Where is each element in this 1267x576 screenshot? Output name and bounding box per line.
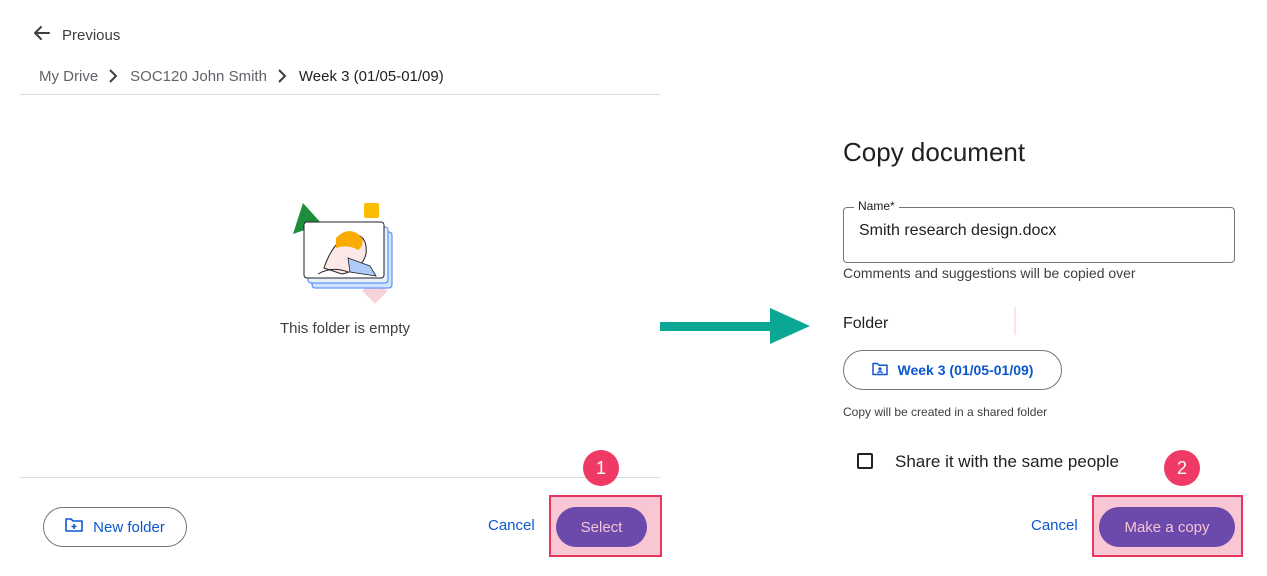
- breadcrumb-item-soc120[interactable]: SOC120 John Smith: [130, 68, 267, 85]
- shared-folder-icon: [871, 362, 888, 379]
- share-checkbox-label[interactable]: Share it with the same people: [895, 452, 1119, 472]
- previous-label: Previous: [62, 26, 121, 44]
- dialog-title: Copy document: [843, 137, 1026, 167]
- empty-folder-message: This folder is empty: [279, 320, 411, 337]
- make-copy-button[interactable]: Make a copy: [1099, 507, 1235, 547]
- folder-chip-label: Week 3 (01/05-01/09): [897, 362, 1034, 378]
- divider-mark: [1014, 307, 1016, 335]
- arrow-back-icon: [32, 23, 52, 48]
- breadcrumb-item-week3: Week 3 (01/05-01/09): [298, 67, 444, 85]
- breadcrumb: My Drive SOC120 John Smith Week 3 (01/05…: [39, 64, 444, 88]
- dialog-cancel-button[interactable]: Cancel: [1031, 517, 1078, 534]
- name-field[interactable]: Name*: [843, 199, 1235, 263]
- new-folder-label: New folder: [93, 518, 165, 536]
- header-divider: [20, 94, 660, 95]
- cancel-button[interactable]: Cancel: [488, 517, 535, 534]
- select-button[interactable]: Select: [556, 507, 647, 547]
- new-folder-button[interactable]: New folder: [43, 507, 187, 547]
- step-badge-2: 2: [1164, 450, 1200, 486]
- shared-folder-note: Copy will be created in a shared folder: [843, 405, 1048, 419]
- previous-link[interactable]: Previous: [32, 22, 120, 48]
- teal-arrow: [660, 306, 812, 351]
- step-badge-1: 1: [583, 450, 619, 486]
- chevron-right-icon: [277, 69, 287, 83]
- breadcrumb-item-my-drive[interactable]: My Drive: [39, 68, 98, 85]
- name-helper-text: Comments and suggestions will be copied …: [843, 265, 1136, 281]
- name-input[interactable]: [859, 222, 1219, 240]
- new-folder-icon: [65, 517, 83, 537]
- name-field-label: Name*: [854, 199, 899, 213]
- folder-chip-button[interactable]: Week 3 (01/05-01/09): [843, 350, 1062, 390]
- folder-heading: Folder: [843, 315, 889, 332]
- chevron-right-icon: [108, 69, 118, 83]
- share-checkbox[interactable]: [857, 453, 873, 469]
- empty-folder-illustration: [288, 198, 408, 311]
- footer-divider: [20, 477, 660, 478]
